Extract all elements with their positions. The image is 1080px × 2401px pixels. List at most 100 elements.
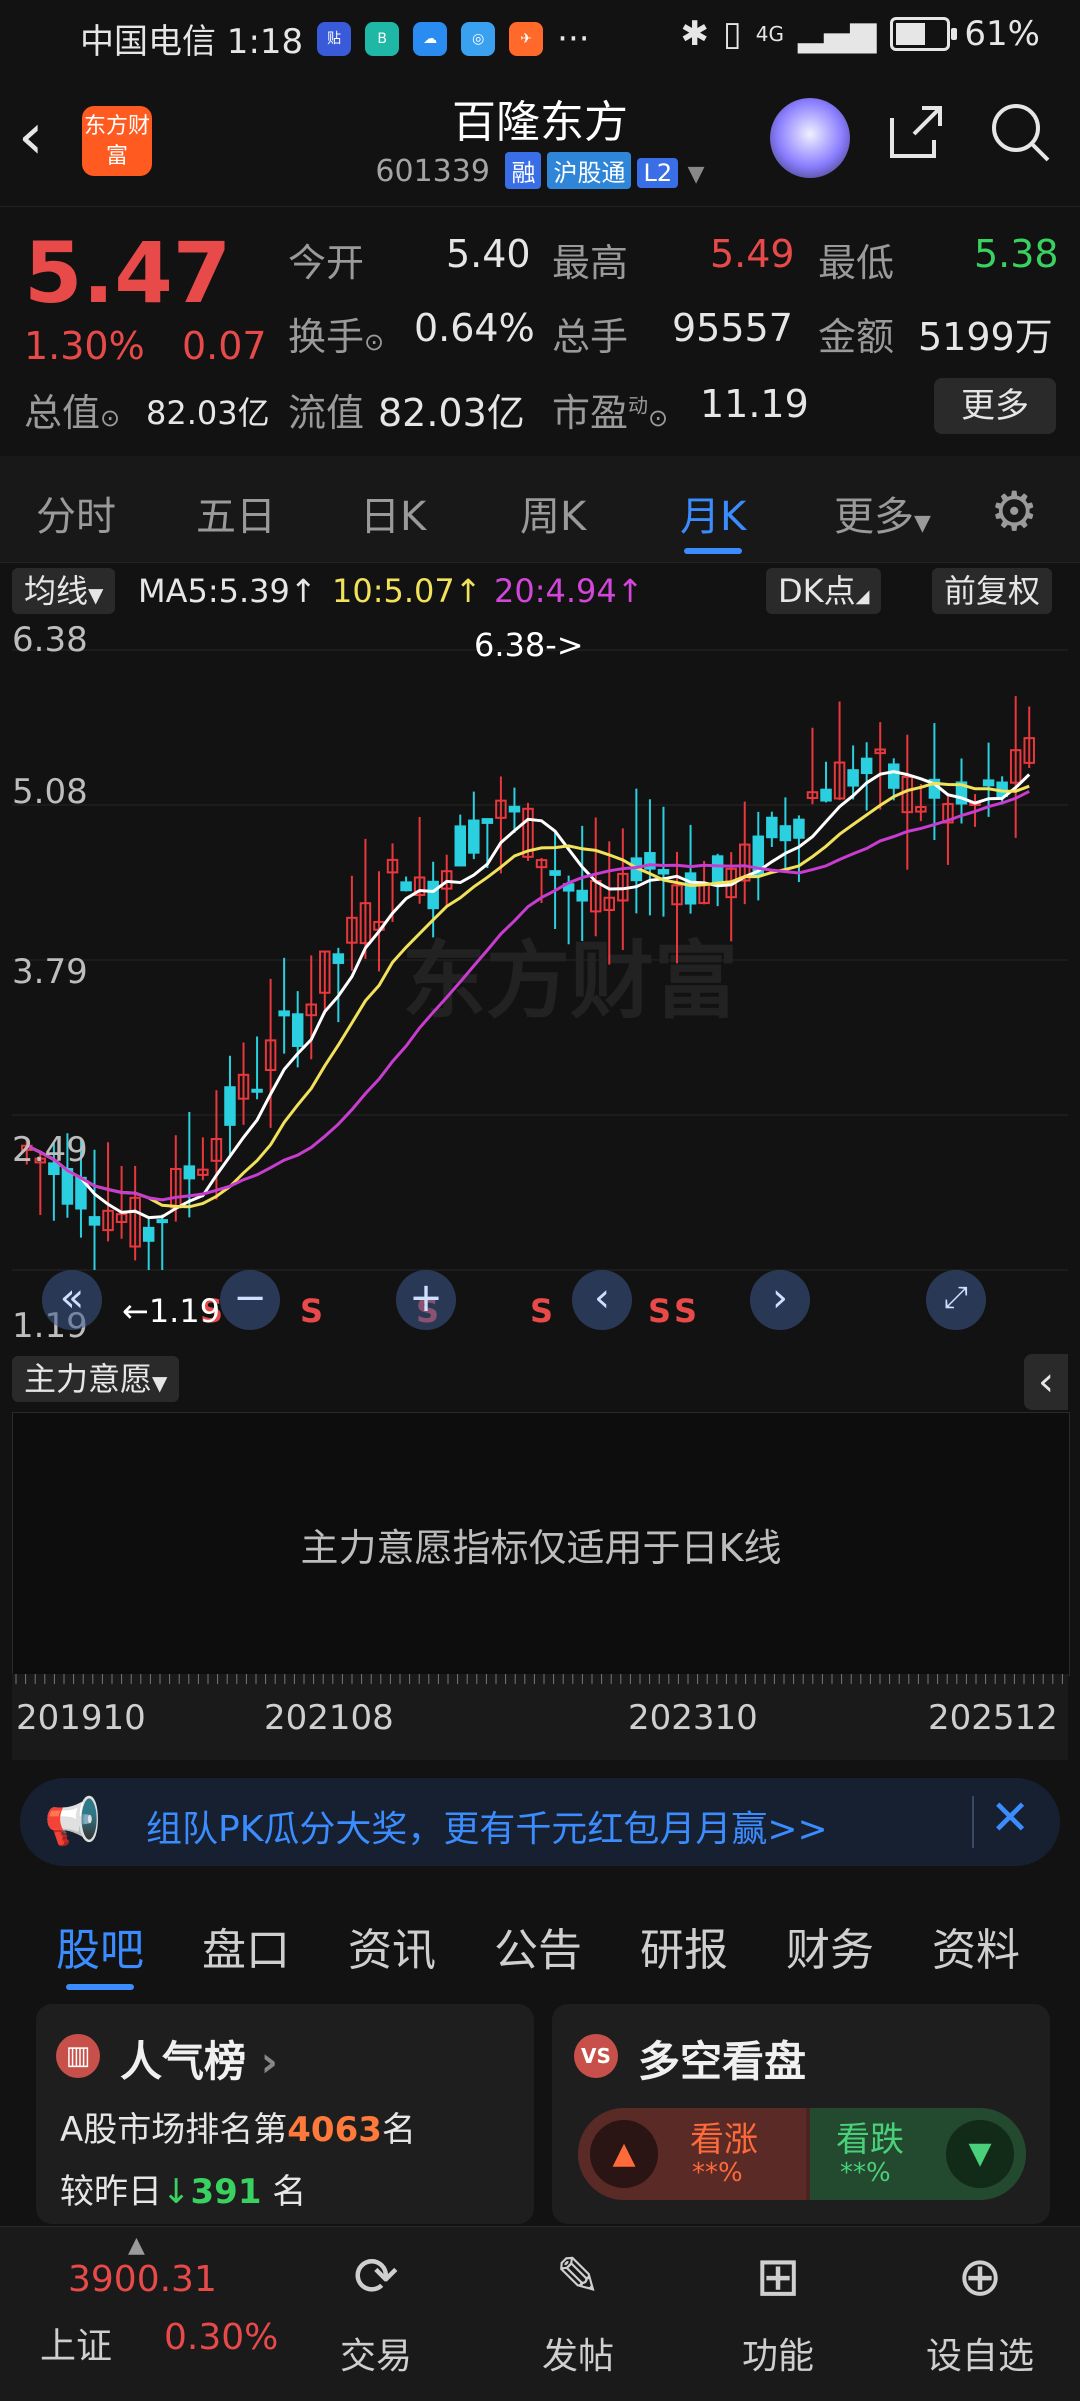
candle-body (576, 889, 588, 902)
popularity-title: 人气榜 › (120, 2037, 278, 2086)
tab-news[interactable]: 资讯 (348, 1914, 436, 1978)
candle-body (766, 816, 778, 839)
candle-body (508, 805, 521, 813)
kline-chart[interactable]: 东方财富SSSSSS 6.38 5.08 3.79 2.49 1.19 6.38… (12, 620, 1068, 1348)
nav-post[interactable]: 发帖 (498, 2327, 658, 2379)
total-cap-label: 总值⊙ (24, 391, 121, 435)
candle-body (88, 1216, 101, 1226)
search-icon[interactable] (988, 100, 1052, 164)
total-cap-value: 82.03亿 (146, 394, 270, 432)
sell-marker: S (648, 1292, 671, 1330)
bottom-navigation: ▲ 3900.31 上证 0.30% ⟳ 交易 ✎ 发帖 ⊞ 功能 ⊕ 设自选 (0, 2226, 1080, 2401)
down-arrow-icon[interactable]: ▼ (946, 2120, 1014, 2188)
zoom-in-button[interactable]: + (396, 1270, 456, 1330)
scroll-right-button[interactable]: › (750, 1270, 810, 1330)
candle-body (860, 757, 873, 775)
collapse-panel-icon[interactable]: ‹ (1024, 1354, 1068, 1410)
indicator-select[interactable]: 均线▼ (12, 568, 116, 614)
status-bar: 中国电信 1:18 贴 B ☁ ◎ ✈ ··· ✱ ▯ 4G ▂▄▆ 61% (0, 0, 1080, 70)
rank-change-line: 较昨日↓391 名 (60, 2172, 307, 2212)
high-annotation: 6.38-> (474, 626, 584, 664)
ma10-value: 10:5.07↑ (332, 572, 482, 610)
candle-body (183, 1165, 196, 1180)
candle-body (888, 763, 900, 789)
main-power-select[interactable]: 主力意愿▼ (12, 1356, 180, 1402)
candle-body (684, 872, 697, 905)
x-tick-3: 202310 (628, 1698, 758, 1738)
zoom-out-button[interactable]: − (220, 1270, 280, 1330)
margin-tag: 融 (505, 152, 542, 189)
high-value: 5.49 (710, 232, 795, 276)
up-arrow-icon[interactable]: ▲ (590, 2120, 658, 2188)
y-tick-4: 2.49 (12, 1130, 88, 1170)
tab-finance[interactable]: 财务 (786, 1914, 874, 1978)
post-icon[interactable]: ✎ (498, 2245, 658, 2308)
volume-value: 95557 (672, 306, 793, 350)
tab-research[interactable]: 研报 (640, 1914, 728, 1978)
rank-chart-icon: ▥ (56, 2034, 100, 2078)
l2-tag: L2 (637, 158, 679, 188)
tab-announcements[interactable]: 公告 (494, 1914, 582, 1978)
adjust-select[interactable]: 前复权 (932, 568, 1053, 614)
bull-bear-title: 多空看盘 (638, 2037, 807, 2086)
bear-value: **% (840, 2158, 891, 2188)
tab-intraday[interactable]: 分时 (36, 484, 116, 542)
tab-profile[interactable]: 资料 (932, 1914, 1020, 1978)
index-name[interactable]: 上证 (40, 2317, 112, 2369)
change-amount: 0.07 (182, 324, 267, 368)
scroll-start-icon[interactable]: « (42, 1270, 102, 1330)
functions-icon[interactable]: ⊞ (698, 2245, 858, 2308)
tab-guba[interactable]: 股吧 (56, 1914, 144, 1990)
candle-body (711, 855, 724, 884)
promo-text[interactable]: 组队PK瓜分大奖，更有千元红包月月赢>> (146, 1800, 828, 1852)
dk-point-button[interactable]: DK点◢ (766, 568, 882, 614)
bear-section[interactable]: 看跌 **% ▼ (810, 2108, 1026, 2200)
signal-icon: ▂▄▆ (797, 14, 877, 54)
tab-weekly-k[interactable]: 周K (520, 484, 586, 542)
tab-daily-k[interactable]: 日K (360, 484, 426, 542)
tab-pankou[interactable]: 盘口 (202, 1914, 290, 1978)
y-tick-3: 3.79 (12, 952, 88, 992)
vote-bar: ▲ 看涨 **% 看跌 **% ▼ (578, 2108, 1026, 2200)
index-up-marker: ▲ (128, 2233, 145, 2258)
popularity-card[interactable]: ▥ 人气榜 › A股市场排名第4063名 较昨日↓391 名 (36, 2004, 534, 2224)
bear-label: 看跌 (836, 2120, 904, 2160)
close-icon[interactable]: ✕ (990, 1790, 1030, 1846)
more-quote-button[interactable]: 更多 (934, 378, 1056, 434)
bull-value: **% (692, 2158, 743, 2188)
candle-body (224, 1086, 236, 1126)
candle-body (481, 818, 494, 824)
candle-body (549, 870, 561, 876)
share-icon[interactable] (884, 100, 948, 164)
candle-body (142, 1226, 155, 1242)
settings-gear-icon[interactable]: ⚙ (990, 480, 1038, 543)
network-type: 4G (755, 22, 784, 46)
chart-watermark: 东方财富 (402, 932, 738, 1030)
tab-more[interactable]: 更多▼ (834, 484, 931, 542)
y-tick-2: 5.08 (12, 772, 88, 812)
index-value[interactable]: 3900.31 (68, 2259, 217, 2300)
tab-five-day[interactable]: 五日 (196, 484, 276, 542)
promo-banner[interactable]: 📢 组队PK瓜分大奖，更有千元红包月月赢>> ✕ (20, 1778, 1060, 1866)
ma5-value: MA5:5.39↑ (138, 572, 317, 610)
low-value: 5.38 (974, 232, 1059, 276)
fullscreen-icon[interactable]: ⤢ (926, 1270, 986, 1330)
app-notification-icon: 贴 (317, 21, 352, 56)
tab-monthly-k[interactable]: 月K (680, 484, 746, 554)
connect-tag: 沪股通 (547, 152, 632, 189)
period-tabs: 分时 五日 日K 周K 月K 更多▼ ⚙ (0, 456, 1080, 563)
bull-bear-card[interactable]: VS 多空看盘 ▲ 看涨 **% 看跌 **% ▼ (552, 2004, 1050, 2224)
index-change[interactable]: 0.30% (164, 2317, 278, 2358)
bluetooth-icon: ✱ (680, 14, 710, 54)
bull-section[interactable]: ▲ 看涨 **% (578, 2108, 806, 2200)
nav-add-watchlist[interactable]: 设自选 (900, 2327, 1060, 2379)
x-axis: 201910 202108 202310 202512 (12, 1674, 1068, 1760)
ai-assistant-icon[interactable] (770, 98, 850, 178)
nav-functions[interactable]: 功能 (698, 2327, 858, 2379)
scroll-left-button[interactable]: ‹ (572, 1270, 632, 1330)
trade-icon[interactable]: ⟳ (296, 2245, 456, 2308)
sell-marker: S (300, 1292, 323, 1330)
add-watchlist-icon[interactable]: ⊕ (900, 2245, 1060, 2308)
low-label: 最低 (818, 241, 895, 285)
nav-trade[interactable]: 交易 (296, 2327, 456, 2379)
